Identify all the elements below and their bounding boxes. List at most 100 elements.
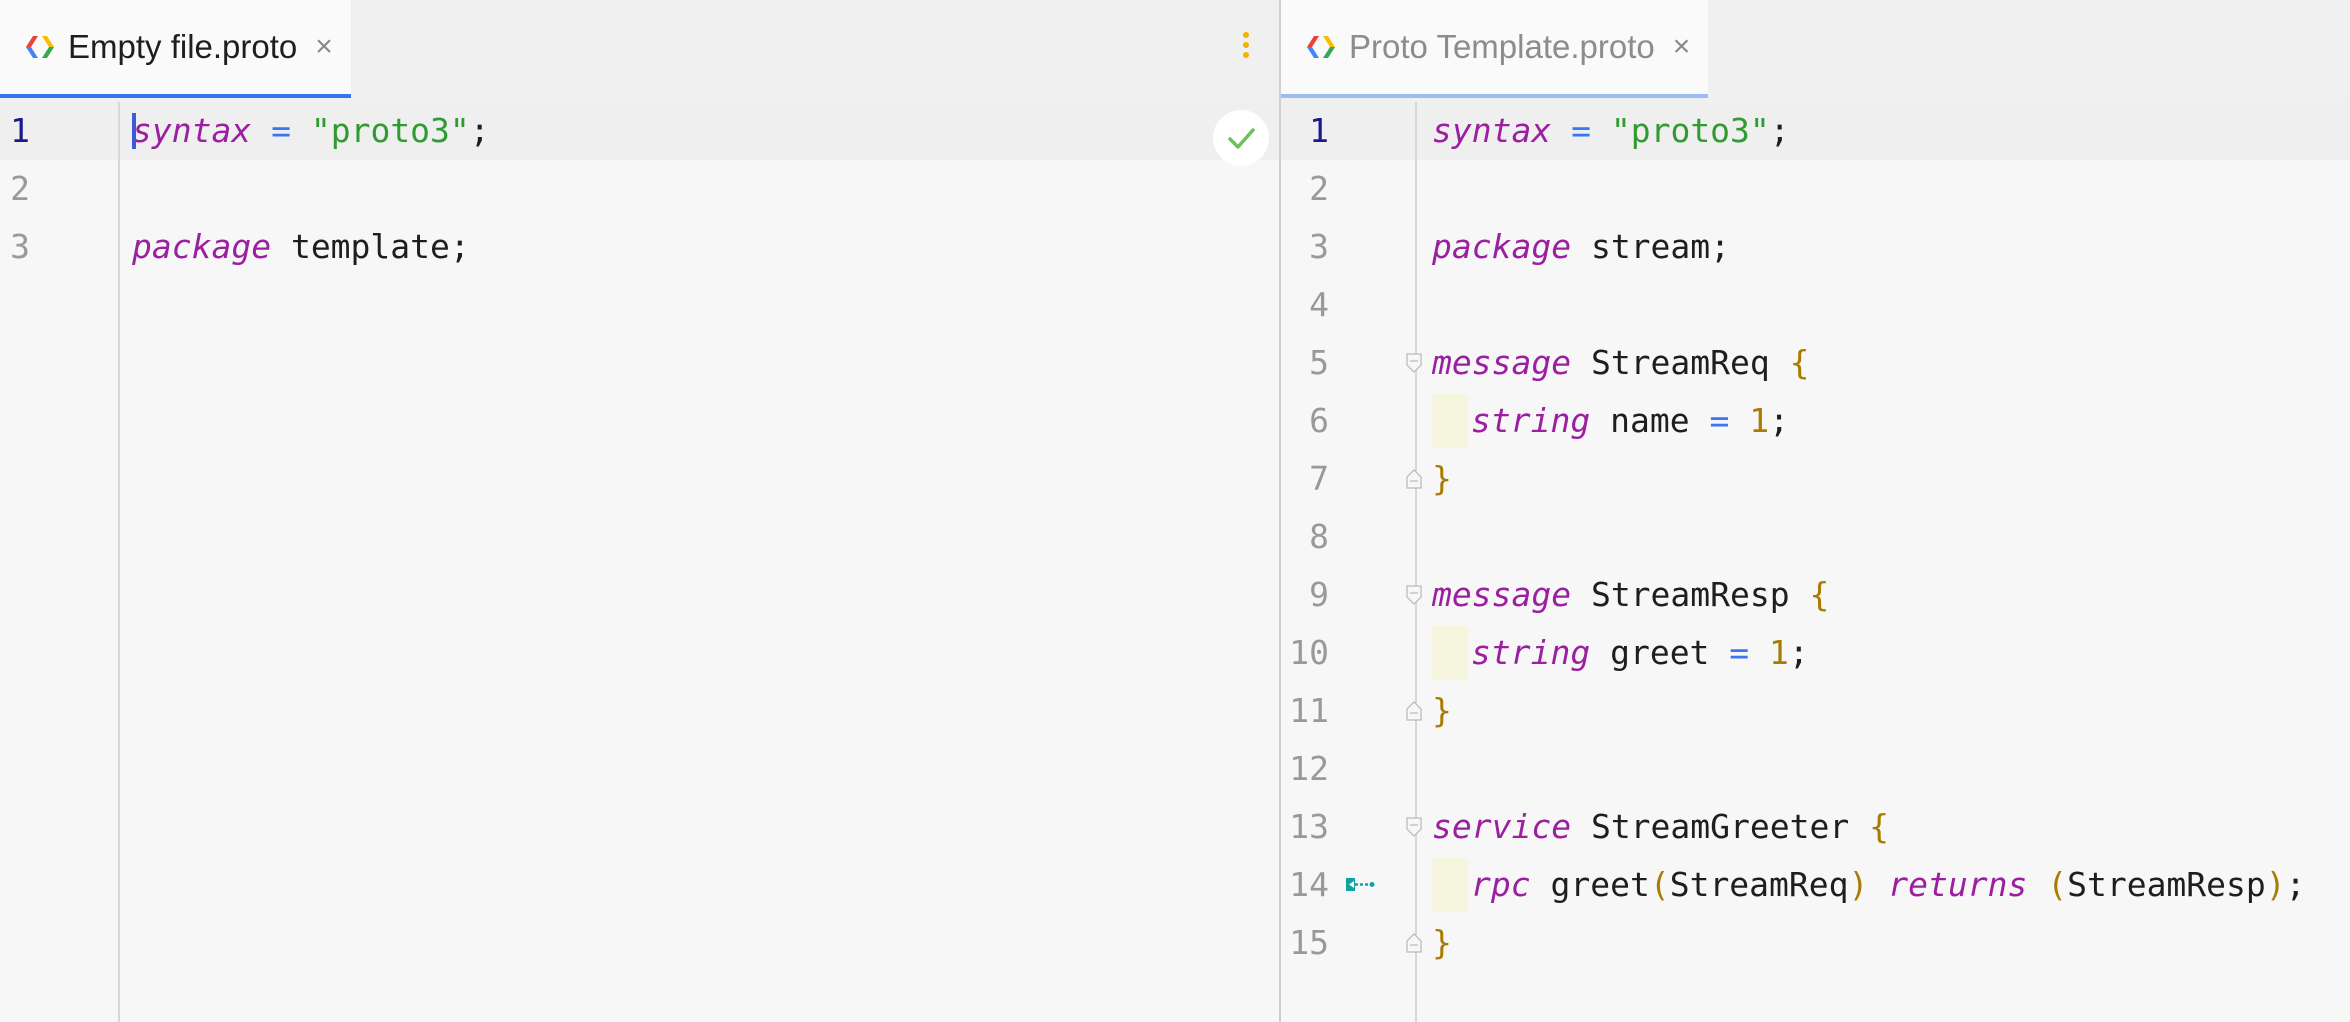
code-token: 1	[1749, 401, 1770, 440]
protobuf-file-icon	[26, 36, 54, 58]
close-icon[interactable]: ×	[1673, 32, 1691, 62]
code-text: }	[1432, 682, 1452, 740]
code-token: =	[271, 111, 291, 150]
code-text: }	[1432, 450, 1452, 508]
code-line[interactable]: 1 syntax = "proto3";	[0, 102, 1279, 160]
code-token: }	[1432, 459, 1452, 498]
code-token: greet	[1590, 633, 1730, 672]
code-line[interactable]: 15}	[1281, 914, 2350, 972]
line-number: 3	[10, 227, 30, 266]
code-line[interactable]: 10 string greet = 1;	[1281, 624, 2350, 682]
code-line[interactable]: 3 package template;	[0, 218, 1279, 276]
text-caret	[132, 112, 136, 149]
code-line[interactable]: 1 syntax = "proto3";	[1281, 102, 2350, 160]
code-token: string	[1471, 633, 1591, 672]
code-editor[interactable]: 1 syntax = "proto3"; 2 3 package stream; 4 5 me…	[1281, 102, 2350, 1022]
code-token: rpc	[1471, 865, 1531, 904]
code-text: syntax = "proto3";	[132, 102, 490, 160]
line-number: 6	[1309, 401, 1329, 440]
indent-guide	[1432, 857, 1468, 912]
more-options-icon[interactable]	[1241, 32, 1251, 62]
tab-proto-template[interactable]: Proto Template.proto ×	[1281, 0, 1709, 98]
code-line[interactable]: 7}	[1281, 450, 2350, 508]
fold-collapse-icon[interactable]	[1405, 353, 1423, 373]
code-token: service	[1432, 807, 1572, 846]
left-editor-pane: Empty file.proto × 1 syntax = "proto3"; 2 3…	[0, 0, 1279, 1022]
tab-title: Empty file.proto	[68, 28, 298, 65]
code-token: (	[1649, 865, 1670, 904]
code-line[interactable]: 5 message StreamReq {	[1281, 334, 2350, 392]
indent-guide	[1432, 625, 1468, 680]
code-text: string greet = 1;	[1432, 624, 1809, 682]
code-line[interactable]: 12	[1281, 740, 2350, 798]
code-line[interactable]: 6 string name = 1;	[1281, 392, 2350, 450]
code-token: {	[1869, 807, 1889, 846]
code-token: package	[1432, 227, 1572, 266]
code-token: greet	[1530, 865, 1650, 904]
code-token: ;	[469, 111, 490, 150]
code-token: )	[2265, 865, 2286, 904]
close-icon[interactable]: ×	[315, 32, 333, 62]
line-number: 4	[1309, 285, 1329, 324]
code-token: returns	[1888, 865, 2028, 904]
fold-collapse-icon[interactable]	[1405, 585, 1423, 605]
rpc-service-icon[interactable]	[1345, 875, 1375, 895]
code-token: "proto3"	[310, 111, 470, 150]
line-number: 1	[1309, 111, 1329, 150]
code-token: ;	[1769, 401, 1789, 440]
code-token: )	[1848, 865, 1869, 904]
line-number: 10	[1289, 633, 1329, 672]
fold-end-icon[interactable]	[1405, 701, 1423, 721]
fold-collapse-icon[interactable]	[1405, 817, 1423, 837]
code-line[interactable]: 2	[1281, 160, 2350, 218]
right-editor-pane: Proto Template.proto × 1 syntax = "proto3…	[1281, 0, 2350, 1022]
code-text: service StreamGreeter {	[1432, 798, 1889, 856]
line-number: 3	[1309, 227, 1329, 266]
code-token: stream;	[1571, 227, 1731, 266]
code-line[interactable]: 13 service StreamGreeter {	[1281, 798, 2350, 856]
code-token: StreamResp	[1571, 575, 1810, 614]
code-text: package stream;	[1432, 218, 1730, 276]
code-token: template;	[271, 227, 470, 266]
left-tab-bar: Empty file.proto ×	[0, 0, 1279, 102]
code-line[interactable]: 11}	[1281, 682, 2350, 740]
code-line[interactable]: 4	[1281, 276, 2350, 334]
code-text: syntax = "proto3";	[1432, 102, 1790, 160]
code-token: syntax	[1432, 111, 1552, 150]
code-token: =	[1729, 633, 1750, 672]
code-token: }	[1432, 923, 1452, 962]
code-token: ;	[1788, 633, 1809, 672]
line-number: 8	[1309, 517, 1329, 556]
code-token: =	[1709, 401, 1730, 440]
code-token: package	[132, 227, 272, 266]
code-text: message StreamReq {	[1432, 334, 1810, 392]
code-token: StreamGreeter	[1571, 807, 1870, 846]
code-token: ;	[2285, 865, 2306, 904]
code-editor[interactable]: 1 syntax = "proto3"; 2 3 package template;	[0, 102, 1279, 1022]
right-tab-bar: Proto Template.proto ×	[1281, 0, 2350, 102]
tab-empty-file-proto[interactable]: Empty file.proto ×	[0, 0, 351, 98]
code-line[interactable]: 9 message StreamResp {	[1281, 566, 2350, 624]
code-token: string	[1471, 401, 1591, 440]
code-line[interactable]: 14 rpc greet(StreamReq) returns (StreamRe…	[1281, 856, 2350, 914]
code-token: }	[1432, 691, 1452, 730]
line-number: 2	[10, 169, 30, 208]
fold-end-icon[interactable]	[1405, 933, 1423, 953]
code-line[interactable]: 8	[1281, 508, 2350, 566]
line-number: 14	[1289, 865, 1329, 904]
code-token: 1	[1769, 633, 1789, 672]
code-token: message	[1432, 343, 1572, 382]
line-number: 2	[1309, 169, 1329, 208]
code-text: }	[1432, 914, 1452, 972]
fold-end-icon[interactable]	[1405, 469, 1423, 489]
code-line[interactable]: 2	[0, 160, 1279, 218]
code-line[interactable]: 3 package stream;	[1281, 218, 2350, 276]
code-text: package template;	[132, 218, 470, 276]
